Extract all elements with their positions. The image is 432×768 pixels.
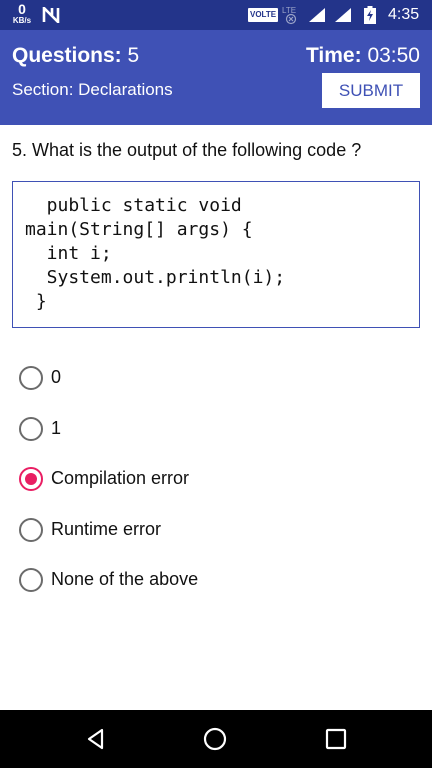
signal-icon xyxy=(309,8,325,22)
status-bar: 0 KB/s VOLTE LTE 4:35 xyxy=(0,0,432,30)
signal-icon xyxy=(335,8,351,22)
option-compilation-error[interactable]: Compilation error xyxy=(0,453,432,504)
recents-icon[interactable] xyxy=(325,728,347,750)
navigation-bar xyxy=(0,710,432,768)
option-none-of-the-above[interactable]: None of the above xyxy=(0,554,432,605)
option-runtime-error[interactable]: Runtime error xyxy=(0,504,432,555)
questions-label: Questions: xyxy=(12,44,122,67)
answer-options: 0 1 Compilation error Runtime error None… xyxy=(0,352,432,605)
code-snippet: public static void main(String[] args) {… xyxy=(12,181,420,328)
network-speed-value: 0 xyxy=(18,1,26,17)
option-label: None of the above xyxy=(51,569,199,589)
n-icon xyxy=(42,7,60,23)
code-text: public static void main(String[] args) {… xyxy=(25,195,286,312)
network-speed: 0 KB/s xyxy=(10,2,34,25)
lte-icon: LTE xyxy=(282,6,297,25)
question-text: 5. What is the output of the following c… xyxy=(12,140,362,160)
quiz-header: Questions: 5 Section: Declarations Time:… xyxy=(0,30,432,125)
status-clock: 4:35 xyxy=(388,6,420,23)
time-value: 03:50 xyxy=(367,44,420,67)
option-label: 1 xyxy=(51,417,62,438)
question-count: Questions: 5 xyxy=(12,44,139,68)
option-0[interactable]: 0 xyxy=(0,352,432,403)
time-label: Time: xyxy=(305,44,362,67)
svg-text:LTE: LTE xyxy=(282,6,296,15)
radio-button[interactable] xyxy=(19,568,43,592)
option-label: 0 xyxy=(51,367,62,387)
submit-button[interactable]: SUBMIT xyxy=(322,73,420,108)
network-speed-unit: KB/s xyxy=(12,16,32,25)
back-icon[interactable] xyxy=(84,727,108,751)
radio-button[interactable] xyxy=(19,416,43,441)
option-1[interactable]: 1 xyxy=(0,403,432,454)
home-icon[interactable] xyxy=(203,727,227,751)
timer: Time: 03:50 xyxy=(306,44,420,68)
radio-button[interactable] xyxy=(19,517,43,542)
section-label: Section: Declarations xyxy=(12,80,173,99)
questions-value: 5 xyxy=(127,44,140,67)
battery-charging-icon xyxy=(364,6,376,24)
option-label: Compilation error xyxy=(51,468,190,488)
radio-button[interactable] xyxy=(19,366,43,390)
radio-button[interactable] xyxy=(19,467,43,491)
option-label: Runtime error xyxy=(51,518,162,539)
volte-badge: VOLTE xyxy=(248,8,279,22)
